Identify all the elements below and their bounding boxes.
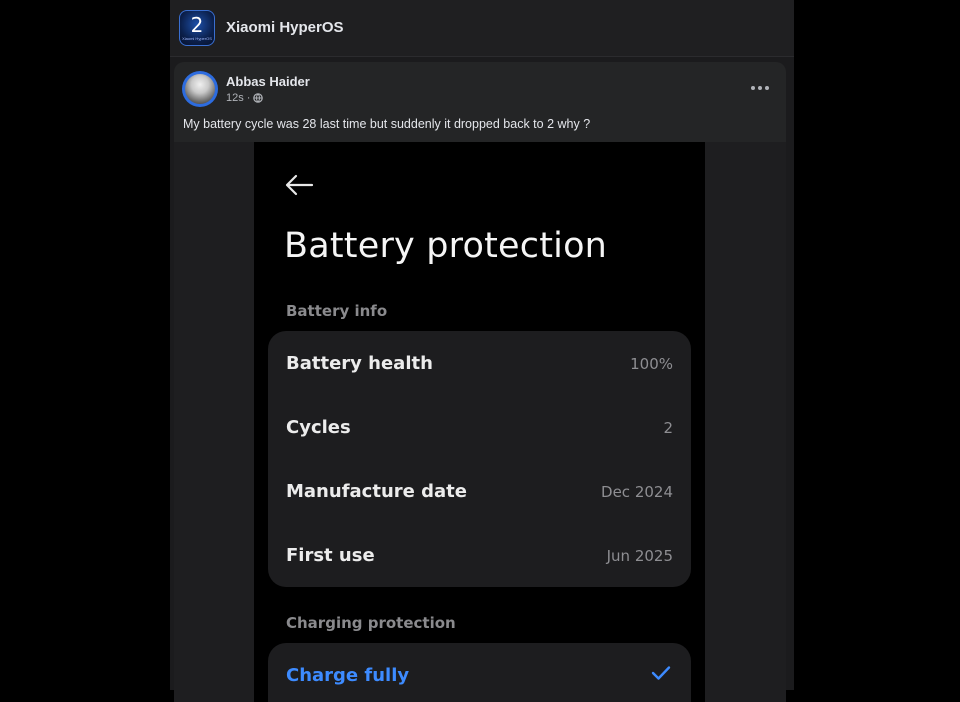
attached-screenshot: Battery protection Battery info Battery …	[254, 142, 705, 702]
row-value: 2	[663, 419, 673, 437]
checkmark-icon	[651, 666, 671, 680]
meta-separator: ·	[246, 92, 251, 104]
feed-column: 2 Xiaomi HyperOS Xiaomi HyperOS Abbas Ha…	[170, 0, 794, 702]
row-battery-health: Battery health 100%	[268, 331, 691, 395]
row-label: First use	[286, 545, 375, 566]
row-cycles: Cycles 2	[268, 395, 691, 459]
row-label: Cycles	[286, 417, 351, 438]
screen-title: Battery protection	[284, 226, 608, 266]
row-label: Battery health	[286, 353, 433, 374]
section-label-battery-info: Battery info	[286, 302, 388, 320]
avatar-image	[185, 74, 215, 104]
battery-info-card: Battery health 100% Cycles 2 Manufacture…	[268, 331, 691, 587]
more-options-icon[interactable]	[748, 76, 772, 100]
charging-protection-card: Charge fully	[268, 643, 691, 702]
row-first-use: First use Jun 2025	[268, 523, 691, 587]
row-label: Manufacture date	[286, 481, 467, 502]
post-card: Abbas Haider 12s · My battery cycle was …	[174, 62, 786, 702]
group-name[interactable]: Xiaomi HyperOS	[226, 19, 344, 36]
globe-icon	[253, 93, 264, 103]
post-media[interactable]: Battery protection Battery info Battery …	[174, 142, 786, 702]
back-arrow-icon	[285, 174, 314, 196]
group-icon[interactable]: 2 Xiaomi HyperOS	[179, 10, 215, 46]
group-icon-subtext: Xiaomi HyperOS	[182, 36, 212, 41]
row-value: 100%	[630, 355, 673, 373]
row-value: Dec 2024	[601, 483, 673, 501]
section-label-charging-protection: Charging protection	[286, 614, 456, 632]
post-meta: 12s ·	[226, 92, 264, 104]
row-manufacture-date: Manufacture date Dec 2024	[268, 459, 691, 523]
post-author[interactable]: Abbas Haider	[226, 74, 310, 89]
row-charge-fully: Charge fully	[268, 643, 691, 702]
row-value: Jun 2025	[606, 547, 673, 565]
post-time[interactable]: 12s	[226, 92, 244, 104]
avatar[interactable]	[182, 71, 218, 107]
row-label: Charge fully	[286, 665, 410, 686]
post-caption: My battery cycle was 28 last time but su…	[183, 117, 591, 131]
group-header[interactable]: 2 Xiaomi HyperOS Xiaomi HyperOS	[170, 0, 794, 57]
group-icon-number: 2	[190, 13, 204, 37]
